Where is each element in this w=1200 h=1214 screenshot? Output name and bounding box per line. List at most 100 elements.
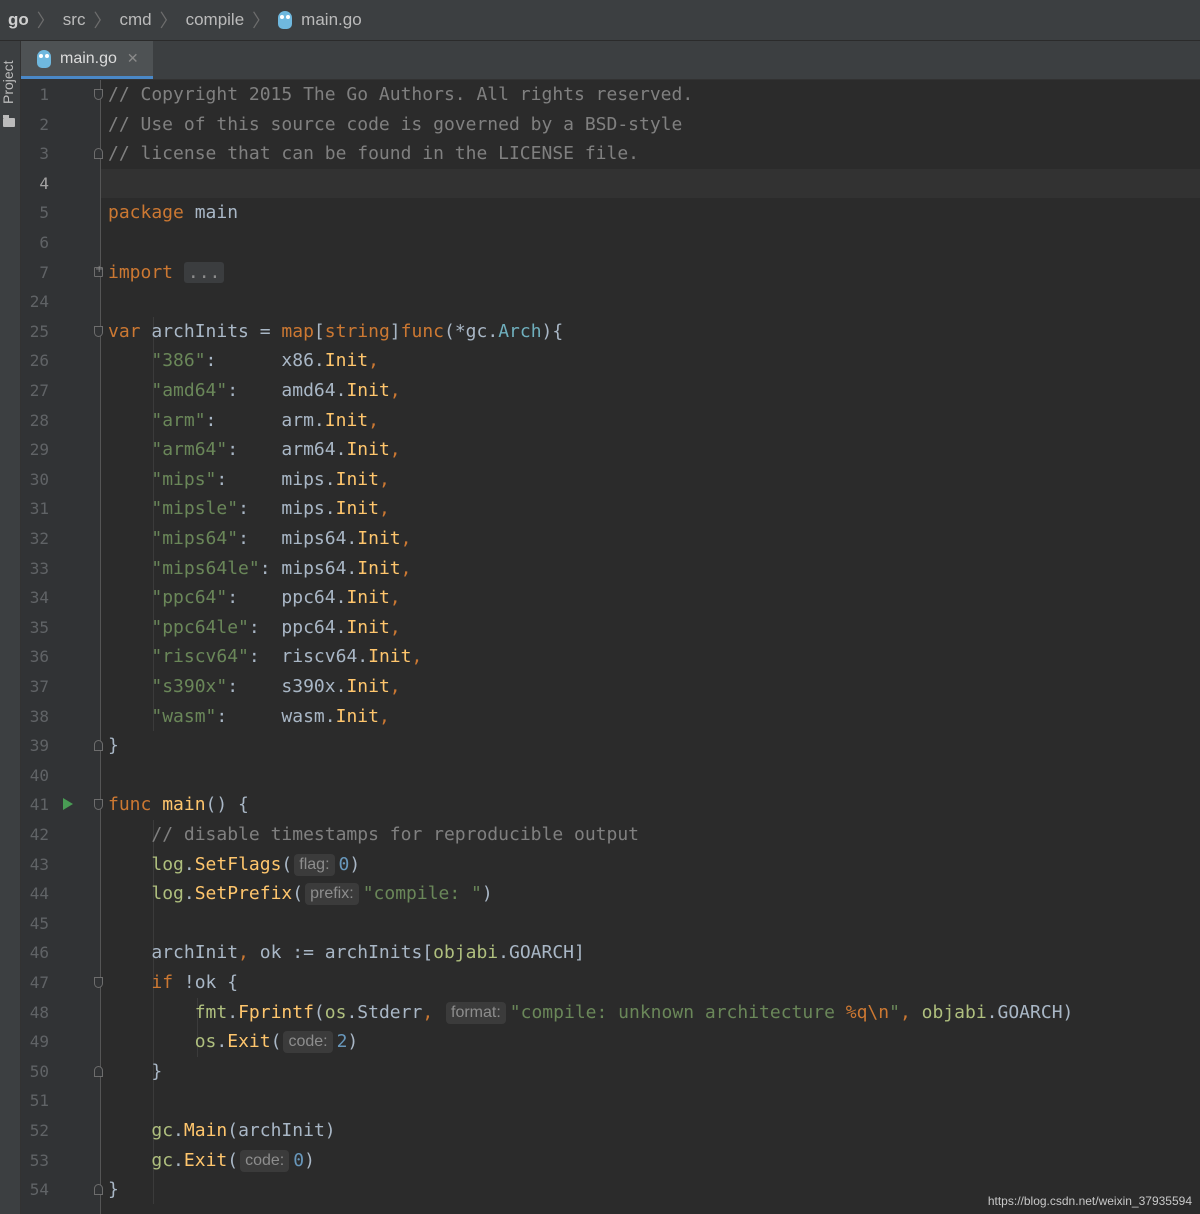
code-token: "mips": [151, 468, 217, 490]
code-line[interactable]: 28 "arm": arm.Init,: [21, 406, 1200, 436]
tool-window-strip: [0, 41, 21, 1214]
code-line[interactable]: 4: [21, 169, 1200, 199]
code-token: Init: [335, 498, 379, 520]
code-line[interactable]: 43 log.SetFlags(flag: 0): [21, 850, 1200, 880]
code-line[interactable]: 40: [21, 761, 1200, 791]
code-line[interactable]: 5 package main: [21, 198, 1200, 228]
code-line[interactable]: 32 "mips64": mips64.Init,: [21, 524, 1200, 554]
code-line[interactable]: 7 import ...: [21, 258, 1200, 288]
line-number: 43: [29, 854, 49, 874]
code-token: ,: [411, 646, 423, 668]
code-line[interactable]: 42 // disable timestamps for reproducibl…: [21, 820, 1200, 850]
code-token: : riscv64.: [248, 646, 369, 668]
breadcrumb-item-compile[interactable]: compile: [186, 10, 245, 30]
close-icon[interactable]: ✕: [127, 51, 139, 67]
code-line[interactable]: 1 // Copyright 2015 The Go Authors. All r…: [21, 80, 1200, 110]
code-text: archInit, ok := archInits[objabi.GOARCH]: [108, 938, 585, 968]
fold-marker-icon[interactable]: [94, 799, 103, 811]
code-line[interactable]: 31 "mipsle": mips.Init,: [21, 494, 1200, 524]
tab-main-go[interactable]: main.go ✕: [21, 41, 153, 79]
code-line[interactable]: 35 "ppc64le": ppc64.Init,: [21, 613, 1200, 643]
expand-fold-icon[interactable]: [94, 264, 103, 277]
code-line[interactable]: 38 "wasm": wasm.Init,: [21, 702, 1200, 732]
code-token: log: [151, 853, 184, 875]
folded-import-chip[interactable]: ...: [183, 261, 225, 283]
run-icon[interactable]: [63, 798, 73, 811]
line-number: 45: [29, 913, 49, 933]
code-text: "amd64": amd64.Init,: [108, 376, 400, 406]
code-token: ,: [389, 587, 401, 609]
fold-marker-icon[interactable]: [94, 1184, 103, 1196]
code-text: }: [108, 1057, 162, 1087]
fold-marker-icon[interactable]: [94, 740, 103, 752]
code-token: "wasm": [151, 705, 217, 727]
code-token: (: [227, 1149, 239, 1171]
code-line[interactable]: 29 "arm64": arm64.Init,: [21, 435, 1200, 465]
code-line[interactable]: 48 fmt.Fprintf(os.Stderr, format: "compil…: [21, 998, 1200, 1028]
code-token: : mips.: [238, 498, 336, 520]
code-token: Init: [357, 557, 401, 579]
code-line[interactable]: 44 log.SetPrefix(prefix: "compile: "): [21, 879, 1200, 909]
code-line[interactable]: 49 os.Exit(code: 2): [21, 1027, 1200, 1057]
breadcrumb-item-go[interactable]: go: [8, 10, 29, 30]
code-line[interactable]: 53 gc.Exit(code: 0): [21, 1146, 1200, 1176]
code-token: .GOARCH): [986, 1001, 1074, 1023]
code-token: ): [481, 883, 493, 905]
code-line[interactable]: 39}: [21, 731, 1200, 761]
line-number: 33: [29, 558, 49, 578]
code-line[interactable]: 51: [21, 1086, 1200, 1116]
line-number: 31: [29, 499, 49, 519]
code-line[interactable]: 45: [21, 909, 1200, 939]
fold-marker-icon[interactable]: [94, 977, 103, 988]
line-number: 44: [29, 884, 49, 904]
code-line[interactable]: 33 "mips64le": mips64.Init,: [21, 554, 1200, 584]
code-token: !ok {: [183, 972, 239, 993]
code-line[interactable]: 52 gc.Main(archInit): [21, 1116, 1200, 1146]
code-line[interactable]: 47 if !ok {: [21, 968, 1200, 998]
project-tool-button[interactable]: Project: [0, 54, 20, 110]
code-line[interactable]: 46 archInit, ok := archInits[objabi.GOAR…: [21, 938, 1200, 968]
code-token: Exit: [227, 1031, 271, 1053]
fold-marker-icon[interactable]: [94, 325, 103, 337]
code-token: if: [151, 972, 184, 993]
code-token: // disable timestamps for reproducible o…: [151, 824, 640, 845]
code-line[interactable]: 6: [21, 228, 1200, 258]
code-token: os: [194, 1031, 217, 1053]
code-line[interactable]: 50 }: [21, 1057, 1200, 1087]
code-line[interactable]: 41 func main() {: [21, 790, 1200, 820]
code-line[interactable]: 26 "386": x86.Init,: [21, 346, 1200, 376]
line-number: 26: [29, 351, 49, 371]
code-token: 0: [338, 853, 350, 875]
code-line[interactable]: 37 "s390x": s390x.Init,: [21, 672, 1200, 702]
breadcrumb-item-file[interactable]: main.go: [278, 10, 362, 30]
code-token: ): [304, 1149, 315, 1171]
line-number: 39: [29, 736, 49, 756]
fold-marker-icon[interactable]: [94, 1065, 103, 1077]
breadcrumb-item-src[interactable]: src: [63, 10, 86, 30]
code-line[interactable]: 34 "ppc64": ppc64.Init,: [21, 583, 1200, 613]
code-token: (archInit): [227, 1120, 336, 1141]
code-line[interactable]: 24: [21, 287, 1200, 317]
code-token: ,: [378, 468, 390, 490]
code-token: (: [292, 883, 304, 905]
code-line[interactable]: 3 // license that can be found in the LIC…: [21, 139, 1200, 169]
code-token: ,: [400, 528, 412, 549]
code-line[interactable]: 2 // Use of this source code is governed …: [21, 110, 1200, 140]
code-line[interactable]: 30 "mips": mips.Init,: [21, 465, 1200, 495]
code-editor[interactable]: 1 // Copyright 2015 The Go Authors. All r…: [21, 80, 1200, 1214]
code-line[interactable]: 36 "riscv64": riscv64.Init,: [21, 642, 1200, 672]
code-token: ok := archInits[: [248, 942, 434, 964]
code-line[interactable]: 25 var archInits = map[string]func(*gc.Ar…: [21, 317, 1200, 347]
code-token: ": [889, 1001, 900, 1023]
go-file-icon: [37, 49, 51, 68]
go-file-icon: [278, 11, 293, 29]
breadcrumb-item-cmd[interactable]: cmd: [119, 10, 151, 30]
code-token: ,: [899, 1001, 911, 1023]
fold-marker-icon[interactable]: [94, 89, 103, 100]
code-token: (*gc.: [444, 320, 499, 342]
fold-marker-icon[interactable]: [94, 148, 103, 160]
code-line[interactable]: 27 "amd64": amd64.Init,: [21, 376, 1200, 406]
code-token: : amd64.: [227, 380, 347, 401]
